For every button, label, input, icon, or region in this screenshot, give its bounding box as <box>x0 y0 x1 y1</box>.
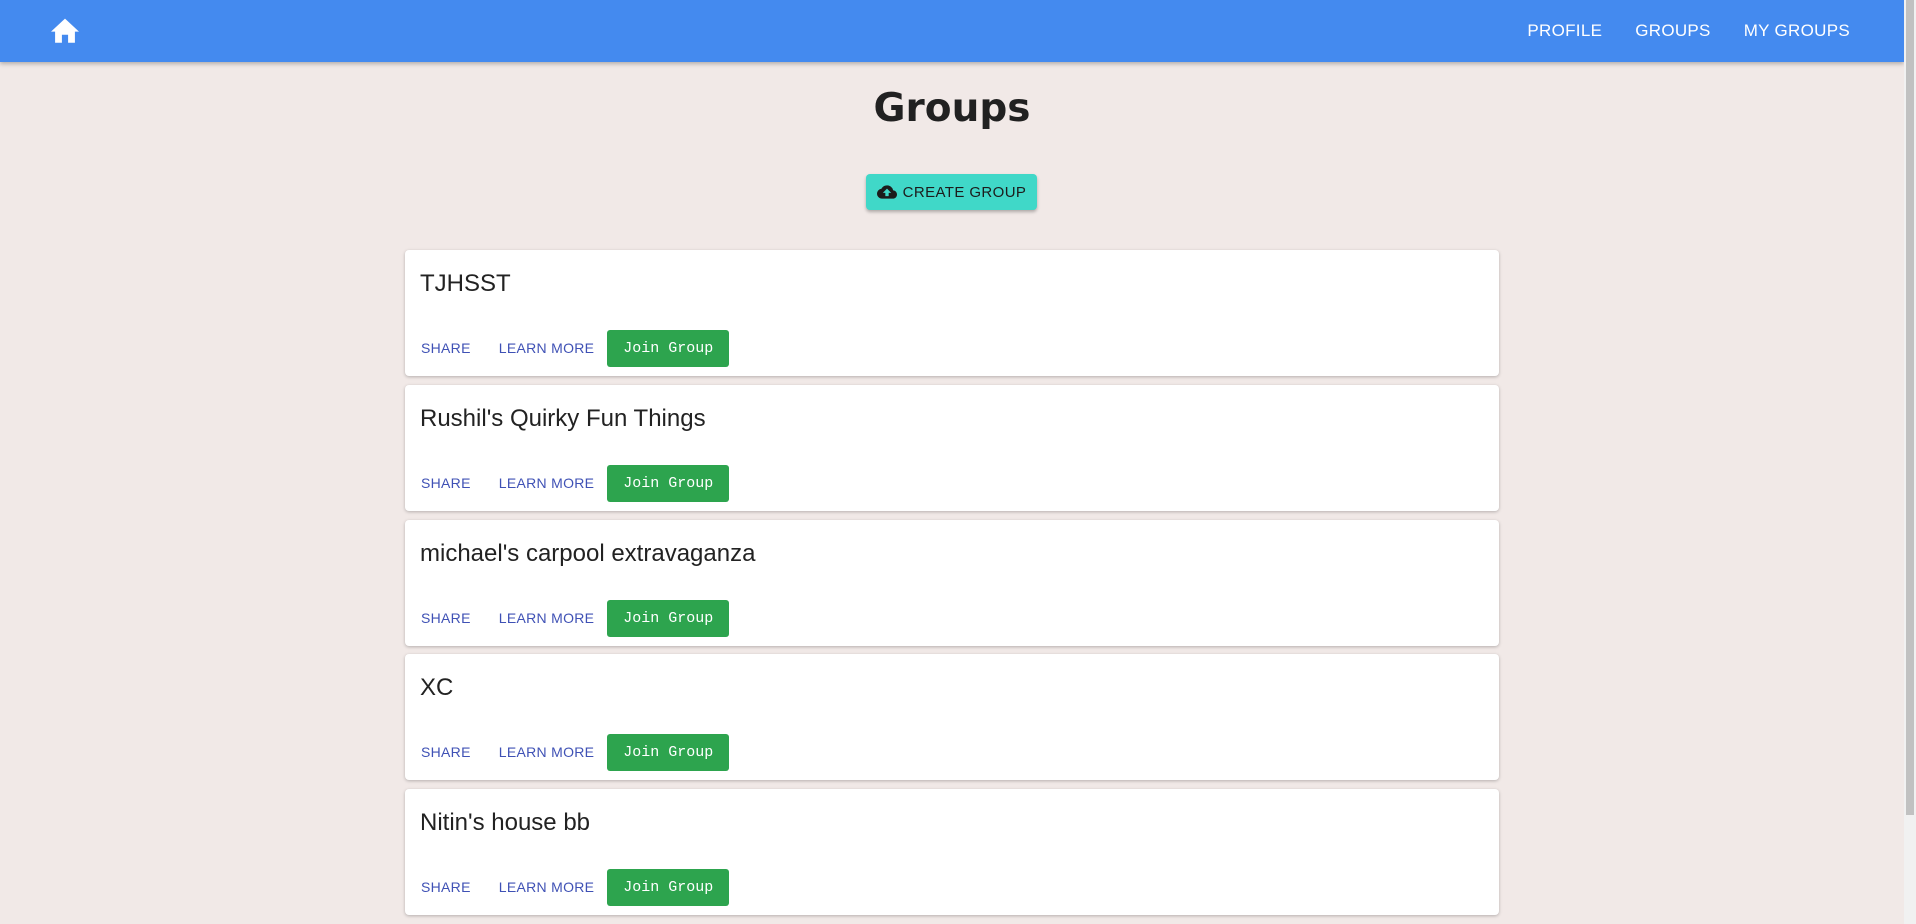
nav-my-groups[interactable]: MY GROUPS <box>1744 21 1850 41</box>
learn-more-button[interactable]: LEARN MORE <box>496 610 598 626</box>
join-group-button[interactable]: Join Group <box>607 599 730 637</box>
join-group-button[interactable]: Join Group <box>607 868 730 906</box>
group-card: michael's carpool extravaganza SHARE LEA… <box>405 520 1499 646</box>
vertical-scrollbar[interactable] <box>1904 0 1916 924</box>
group-card: Nitin's house bb SHARE LEARN MORE Join G… <box>405 789 1499 915</box>
cloud-upload-icon <box>876 185 897 199</box>
share-button[interactable]: SHARE <box>418 475 474 491</box>
share-button[interactable]: SHARE <box>418 340 474 356</box>
group-card: Rushil's Quirky Fun Things SHARE LEARN M… <box>405 385 1499 511</box>
app-bar: PROFILE GROUPS MY GROUPS <box>0 0 1904 62</box>
nav-groups[interactable]: GROUPS <box>1635 21 1710 41</box>
top-nav: PROFILE GROUPS MY GROUPS <box>1494 0 1850 62</box>
group-name: TJHSST <box>420 270 511 297</box>
join-group-button[interactable]: Join Group <box>607 464 730 502</box>
group-card: TJHSST SHARE LEARN MORE Join Group <box>405 250 1499 376</box>
create-group-label: CREATE GROUP <box>902 183 1027 201</box>
card-actions: SHARE LEARN MORE Join Group <box>418 464 730 502</box>
share-button[interactable]: SHARE <box>418 744 474 760</box>
learn-more-button[interactable]: LEARN MORE <box>496 340 598 356</box>
share-button[interactable]: SHARE <box>418 879 474 895</box>
home-button[interactable] <box>44 11 86 51</box>
join-group-button[interactable]: Join Group <box>607 733 730 771</box>
share-button[interactable]: SHARE <box>418 610 474 626</box>
join-group-button[interactable]: Join Group <box>607 329 730 367</box>
learn-more-button[interactable]: LEARN MORE <box>496 879 598 895</box>
group-name: Nitin's house bb <box>420 809 591 836</box>
card-actions: SHARE LEARN MORE Join Group <box>418 599 730 637</box>
card-actions: SHARE LEARN MORE Join Group <box>418 329 730 367</box>
group-name: michael's carpool extravaganza <box>420 540 756 567</box>
page-title: Groups <box>873 86 1031 131</box>
home-icon <box>51 18 79 43</box>
scrollbar-thumb[interactable] <box>1906 0 1914 815</box>
nav-profile[interactable]: PROFILE <box>1527 21 1602 41</box>
create-group-button[interactable]: CREATE GROUP <box>866 174 1037 210</box>
card-actions: SHARE LEARN MORE Join Group <box>418 733 730 771</box>
card-actions: SHARE LEARN MORE Join Group <box>418 868 730 906</box>
group-name: Rushil's Quirky Fun Things <box>420 405 706 432</box>
group-name: XC <box>420 674 454 701</box>
group-card: XC SHARE LEARN MORE Join Group <box>405 654 1499 780</box>
learn-more-button[interactable]: LEARN MORE <box>496 744 598 760</box>
learn-more-button[interactable]: LEARN MORE <box>496 475 598 491</box>
